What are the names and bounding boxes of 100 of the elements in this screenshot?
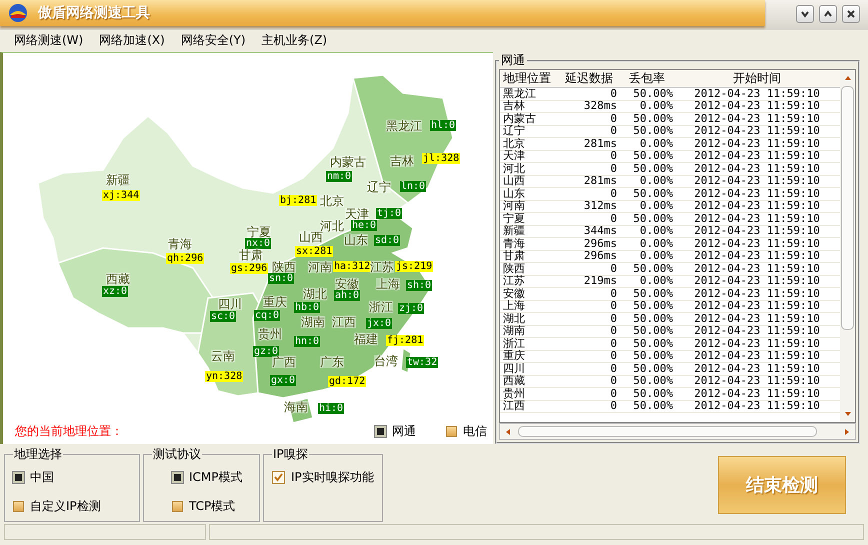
table-cell-text: 西藏 [502,375,526,388]
table-cell-text: 2012-04-23 11:59:10 [693,125,821,138]
table-cell-text: 河南 [502,200,526,212]
radio-button[interactable] [172,472,183,483]
window-title: 傲盾网络测速工具 [38,4,150,22]
table-cell-text: 2012-04-23 11:59:10 [693,288,821,300]
latency-tag: sn:0 [268,273,294,284]
table-cell-text: 山东 [502,188,526,200]
radio-button[interactable] [13,501,24,512]
table-cell-text: 2012-04-23 11:59:10 [693,188,821,200]
table-cell-text: 江苏 [502,275,526,288]
table-cell-text: 青海 [502,238,526,250]
horizontal-scrollbar[interactable] [499,423,856,440]
latency-tag: sh:0 [406,280,432,291]
latency-tag: tw:32 [406,357,438,368]
table-cell-text: 0 [609,375,618,388]
menu-item[interactable]: 主机业务(Z) [262,32,328,48]
menu-item[interactable]: 网络测速(W) [14,32,84,48]
latency-tag: gs:296 [230,263,268,274]
table-cell-text: 吉林 [502,100,526,112]
table-cell-text: 2012-04-23 11:59:10 [693,238,821,250]
scroll-thumb[interactable] [518,426,817,437]
table-cell-text: 上海 [502,300,526,312]
latency-tag: cq:0 [254,310,280,321]
table-cell-text: 50.00% [632,325,674,338]
option-label: TCP模式 [189,498,236,515]
latency-tag: sx:281 [295,246,334,257]
column-header[interactable]: 开始时间 [677,70,837,87]
table-cell-text: 0 [609,150,618,162]
table-cell-text: 湖北 [502,312,526,325]
table-cell-text: 50.00% [632,288,674,300]
scroll-left-icon[interactable] [504,428,512,436]
province-name: 安徽 [335,278,359,290]
column-header[interactable]: 延迟数据 [561,70,621,87]
table-cell-text: 湖南 [502,325,526,338]
latency-tag: zj:0 [398,303,424,314]
latency-tag: nx:0 [245,238,272,249]
table-cell-text: 江西 [502,400,526,412]
table-cell-text: 0.00% [638,175,674,188]
table-cell-text: 2012-04-23 11:59:10 [693,400,821,412]
table-cell-text: 2012-04-23 11:59:10 [693,100,821,112]
table-cell-text: 0 [609,350,618,362]
radio-button[interactable] [13,472,24,483]
table-cell-text: 296ms [582,250,618,262]
radio-button[interactable] [375,426,386,436]
minimize-button[interactable] [796,5,814,23]
table-cell-text: 2012-04-23 11:59:10 [693,212,821,225]
table-cell-text: 0 [609,312,618,325]
table-cell-text: 0 [609,338,618,350]
table-cell-text: 2012-04-23 11:59:10 [693,312,821,325]
option-label: ICMP模式 [189,469,243,486]
table-cell-text: 辽宁 [502,125,526,138]
table-cell-text: 0 [609,125,618,138]
latency-tag: he:0 [351,220,378,231]
table-cell-text: 50.00% [632,162,674,175]
table-cell-text: 0 [609,325,618,338]
scroll-down-icon[interactable] [844,410,852,418]
scroll-right-icon[interactable] [843,428,851,436]
table-cell-text: 2012-04-23 11:59:10 [693,112,821,125]
latency-tag: ah:0 [334,290,360,301]
table-cell-text: 0 [609,162,618,175]
table-cell-text: 328ms [582,100,618,112]
radio-button[interactable] [446,426,457,436]
table-cell-text: 2012-04-23 11:59:10 [693,200,821,212]
table-cell-text: 新疆 [502,225,526,238]
scroll-up-icon[interactable] [844,74,852,82]
latency-tag: ha:312 [333,261,372,272]
table-cell-text: 344ms [582,225,618,238]
table-cell-text: 0 [609,288,618,300]
option-label: 自定义IP检测 [30,498,101,515]
group-title: 网通 [500,52,526,69]
menu-item[interactable]: 网络安全(Y) [180,32,246,48]
table-cell-text: 0.00% [638,250,674,262]
maximize-button[interactable] [819,5,837,23]
column-header[interactable]: 丢包率 [621,70,677,87]
table-cell-text: 0 [609,388,618,400]
group-title: IP嗅探 [272,446,309,463]
table-cell-text: 0.00% [638,275,674,288]
latency-tag: jx:0 [366,318,392,329]
option-label: 网通 [392,422,416,440]
radio-button[interactable] [172,501,183,512]
latency-tag: hn:0 [294,336,320,347]
table-cell-text: 0.00% [638,200,674,212]
table-cell-text: 281ms [582,175,618,188]
close-button[interactable] [842,5,860,23]
app-logo-icon [8,3,28,23]
latency-tag: sc:0 [210,311,236,322]
column-header[interactable]: 地理位置 [500,70,561,87]
table-cell-text: 0 [609,362,618,375]
table-cell-text: 0 [609,188,618,200]
table-cell-text: 宁夏 [502,212,526,225]
latency-tag: hi:0 [318,403,344,414]
scroll-thumb[interactable] [841,86,854,330]
table-cell-text: 2012-04-23 11:59:10 [693,138,821,150]
menu-item[interactable]: 网络加速(X) [99,32,165,48]
checkbox[interactable] [272,471,285,484]
table-cell-text: 2012-04-23 11:59:10 [693,150,821,162]
vertical-scrollbar[interactable] [840,70,855,422]
latency-tag: xj:344 [102,190,140,201]
latency-tag: js:219 [395,261,434,272]
